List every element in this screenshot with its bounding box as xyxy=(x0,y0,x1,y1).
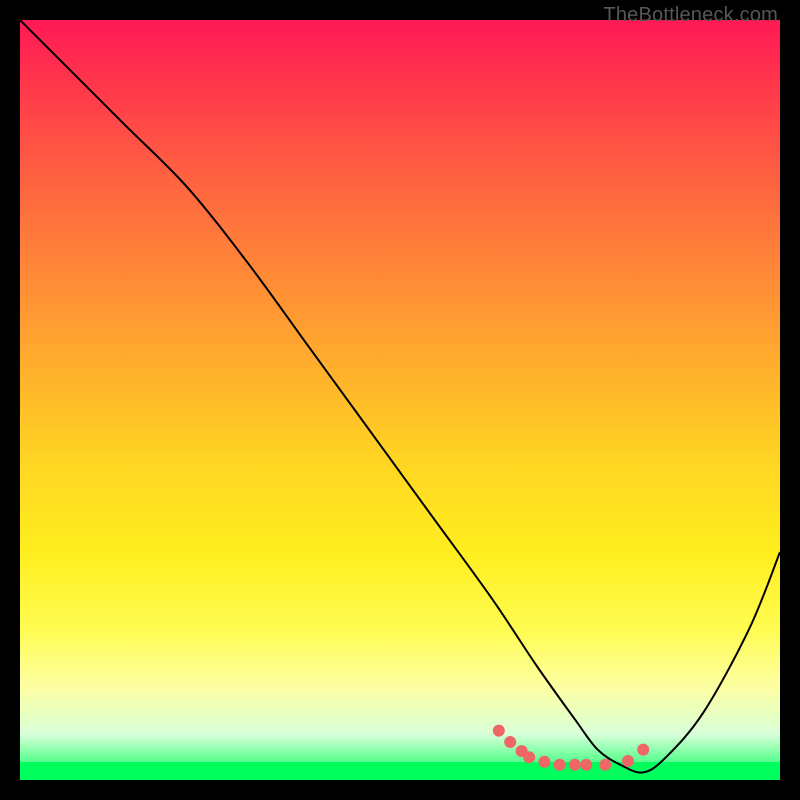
watermark-text: TheBottleneck.com xyxy=(603,4,778,27)
highlight-marker xyxy=(637,744,649,756)
chart-plot-area xyxy=(20,20,780,780)
highlight-marker xyxy=(493,725,505,737)
highlight-marker xyxy=(516,745,528,757)
chart-svg xyxy=(20,20,780,780)
bottleneck-curve xyxy=(20,20,780,773)
highlight-marker xyxy=(504,736,516,748)
optimal-zone-band xyxy=(20,762,780,780)
